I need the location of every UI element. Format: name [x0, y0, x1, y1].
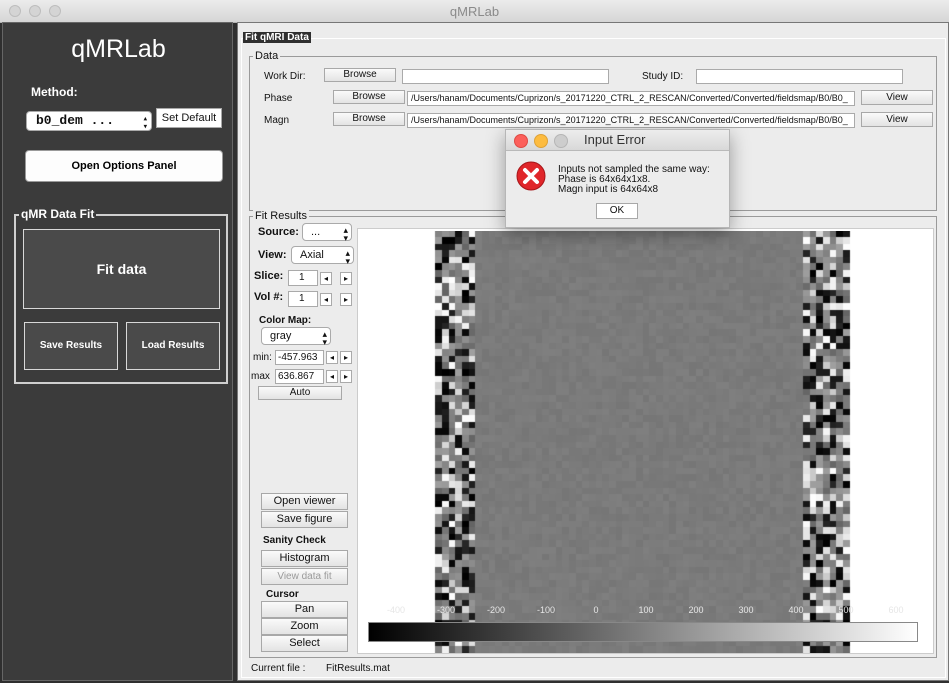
chevron-updown-icon: ▴ ▾ — [345, 248, 350, 266]
image-axes[interactable]: -400 -300 -200 -100 0 100 200 300 400 500 600 — [357, 228, 934, 654]
min-decrement-button[interactable]: ◂ — [326, 351, 338, 364]
view-select[interactable]: Axial ▴ ▾ — [291, 246, 354, 266]
dialog-minimize-button[interactable] — [534, 134, 548, 148]
workdir-browse-button[interactable]: Browse — [324, 68, 396, 82]
sanity-check-label: Sanity Check — [263, 535, 326, 546]
colorbar-tick-label: -200 — [486, 605, 506, 615]
dialog-zoom-button[interactable] — [554, 134, 568, 148]
colormap-label: Color Map: — [259, 315, 312, 326]
magn-browse-button[interactable]: Browse — [333, 112, 405, 126]
vol-decrement-button[interactable]: ◂ — [320, 293, 332, 306]
histogram-button[interactable]: Histogram — [261, 550, 348, 567]
open-viewer-button[interactable]: Open viewer — [261, 493, 348, 510]
input-error-dialog: Input Error Inputs not sampled the same … — [505, 129, 730, 228]
save-results-button[interactable]: Save Results — [24, 322, 118, 370]
colorbar-tick-label: 200 — [688, 605, 704, 615]
fit-results-title: Fit Results — [253, 210, 309, 222]
colorbar — [368, 622, 918, 642]
app-name: qMRLab — [71, 35, 166, 63]
open-options-button[interactable]: Open Options Panel — [25, 150, 223, 182]
method-label: Method: — [31, 85, 78, 99]
slice-label: Slice: — [254, 270, 284, 282]
set-default-button[interactable]: Set Default — [156, 108, 222, 128]
error-icon — [516, 161, 546, 191]
zoom-button[interactable]: Zoom — [261, 618, 348, 635]
colorbar-tick-label: 500 — [838, 605, 854, 615]
window-title-bar: qMRLab — [0, 0, 949, 23]
view-data-fit-button[interactable]: View data fit — [261, 568, 348, 585]
pan-button[interactable]: Pan — [261, 601, 348, 618]
min-increment-button[interactable]: ▸ — [340, 351, 352, 364]
magn-label: Magn — [264, 115, 290, 126]
colorbar-tick-label: 300 — [738, 605, 754, 615]
max-decrement-button[interactable]: ◂ — [326, 370, 338, 383]
colorbar-tick-label: -300 — [436, 605, 456, 615]
phase-path-field[interactable]: /Users/hanam/Documents/Cuprizon/s_201712… — [407, 91, 855, 106]
window-title: qMRLab — [449, 4, 500, 19]
current-file-label: Current file : — [251, 663, 306, 674]
phase-browse-button[interactable]: Browse — [333, 90, 405, 104]
colorbar-tick-label: -400 — [386, 605, 406, 615]
source-select[interactable]: ... ▴ ▾ — [302, 223, 352, 243]
dialog-title: Input Error — [584, 132, 646, 147]
colorbar-tick-label: 100 — [638, 605, 654, 615]
fit-data-button[interactable]: Fit data — [23, 229, 220, 309]
fit-qmri-title: Fit qMRI Data — [243, 32, 311, 43]
left-panel: qMRLab Method: b0_dem ... ▴ ▾ Set Default… — [2, 22, 233, 681]
error-line-3: Magn input is 64x64x8 — [558, 184, 659, 195]
save-figure-button[interactable]: Save figure — [261, 511, 348, 528]
workdir-field[interactable] — [402, 69, 609, 84]
view-label: View: — [258, 249, 287, 261]
slice-decrement-button[interactable]: ◂ — [320, 272, 332, 285]
fit-qmri-panel: Fit qMRI Data Data Work Dir: Browse Stud… — [237, 22, 949, 681]
colormap-select[interactable]: gray ▴ ▾ — [261, 327, 331, 347]
auto-button[interactable]: Auto — [258, 386, 342, 400]
vol-label: Vol #: — [254, 291, 284, 303]
min-field[interactable]: -457.963 — [275, 350, 324, 365]
max-field[interactable]: 636.867 — [275, 369, 324, 384]
chevron-updown-icon: ▴ ▾ — [322, 329, 327, 347]
min-label: min: — [253, 352, 272, 363]
vol-increment-button[interactable]: ▸ — [340, 293, 352, 306]
dialog-title-bar: Input Error — [506, 130, 729, 151]
vol-field[interactable]: 1 — [288, 291, 318, 307]
current-file-value: FitResults.mat — [326, 663, 390, 674]
colormap-select-value: gray — [270, 330, 292, 342]
method-select-value: b0_dem ... — [36, 113, 115, 128]
data-frame-title: Data — [253, 50, 281, 62]
fit-group-title: qMR Data Fit — [19, 207, 97, 221]
ok-button[interactable]: OK — [596, 203, 638, 219]
study-id-label: Study ID: — [642, 71, 684, 82]
phase-label: Phase — [264, 93, 293, 104]
source-label: Source: — [258, 226, 299, 238]
fieldmap-image[interactable] — [429, 231, 857, 653]
method-select[interactable]: b0_dem ... ▴ ▾ — [26, 111, 152, 132]
magn-view-button[interactable]: View — [861, 112, 933, 127]
colorbar-tick-label: 0 — [593, 605, 599, 615]
phase-view-button[interactable]: View — [861, 90, 933, 105]
max-label: max — [251, 371, 270, 382]
slice-field[interactable]: 1 — [288, 270, 318, 286]
colorbar-tick-label: 600 — [888, 605, 904, 615]
max-increment-button[interactable]: ▸ — [340, 370, 352, 383]
select-button[interactable]: Select — [261, 635, 348, 652]
dialog-close-button[interactable] — [514, 134, 528, 148]
chevron-updown-icon: ▴ ▾ — [142, 114, 148, 132]
colorbar-tick-label: 400 — [788, 605, 804, 615]
chevron-updown-icon: ▴ ▾ — [343, 225, 348, 243]
study-id-field[interactable] — [696, 69, 903, 84]
view-select-value: Axial — [300, 249, 324, 261]
slice-increment-button[interactable]: ▸ — [340, 272, 352, 285]
cursor-label: Cursor — [266, 589, 299, 600]
colorbar-ticks: -400 -300 -200 -100 0 100 200 300 400 500 600 — [358, 605, 935, 617]
error-message: Inputs not sampled the same way: Phase i… — [558, 165, 710, 195]
colorbar-tick-label: -100 — [536, 605, 556, 615]
workdir-label: Work Dir: — [264, 71, 306, 82]
load-results-button[interactable]: Load Results — [126, 322, 220, 370]
magn-path-field[interactable]: /Users/hanam/Documents/Cuprizon/s_201712… — [407, 113, 855, 128]
source-select-value: ... — [311, 226, 321, 238]
